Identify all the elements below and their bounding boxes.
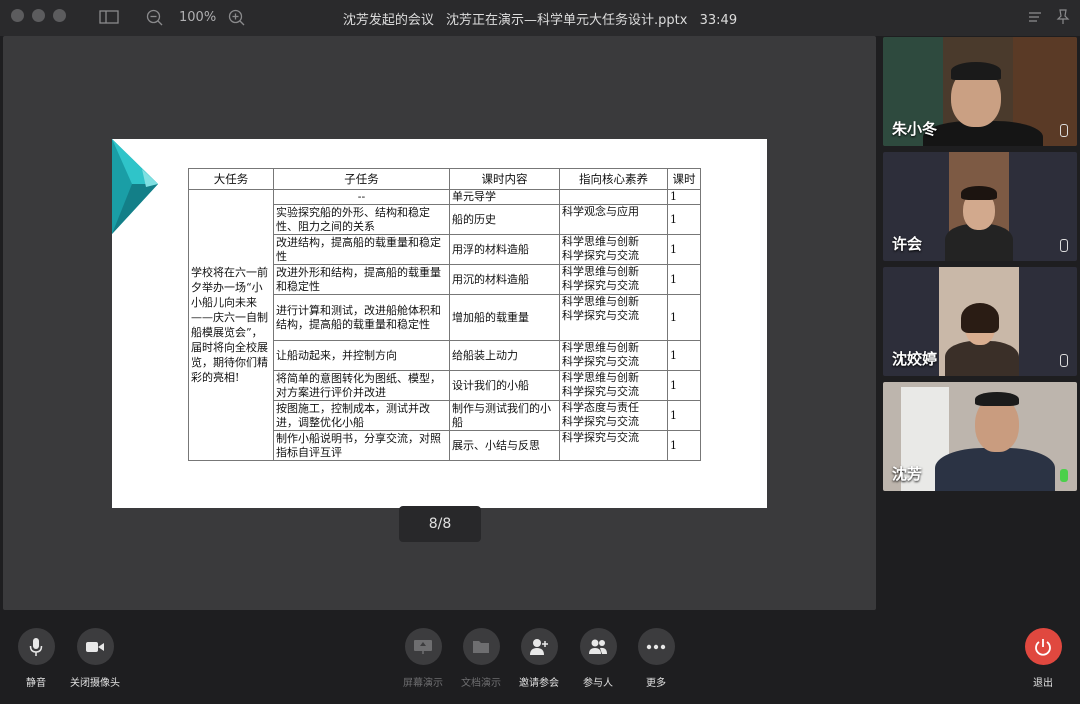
- camera-label: 关闭摄像头: [70, 678, 120, 689]
- subtask-cell: 改进外形和结构，提高船的载重量和稳定性: [273, 264, 450, 295]
- more-label: 更多: [646, 678, 666, 689]
- core-literacy-cell: 科学态度与责任 科学探究与交流: [559, 400, 668, 431]
- presentation-slide: 大任务 子任务 课时内容 指向核心素养 课时 学校将在六一前夕举办一场“小小船儿…: [112, 139, 767, 508]
- hours-cell: 1: [667, 340, 701, 371]
- microphone-icon: [17, 628, 55, 665]
- title-bar: 100% 沈芳发起的会议 沈芳正在演示—科学单元大任务设计.pptx 33:49: [0, 0, 1080, 36]
- power-icon: [1024, 628, 1062, 665]
- participant-tile[interactable]: 沈芳: [883, 382, 1077, 491]
- speaking-indicator-icon: [1060, 469, 1068, 482]
- subtask-cell: 改进结构，提高船的载重量和稳定性: [273, 234, 450, 265]
- lesson-content-cell: 船的历史: [449, 204, 560, 235]
- lesson-content-cell: 增加船的载重量: [449, 294, 560, 341]
- screen-share-button[interactable]: 屏幕演示: [393, 628, 453, 689]
- table-header: 大任务: [188, 168, 274, 190]
- core-literacy-cell: 科学探究与交流: [559, 430, 668, 461]
- core-literacy-cell: 科学思维与创新 科学探究与交流: [559, 370, 668, 401]
- users-icon: [579, 628, 617, 665]
- mute-label: 静音: [26, 678, 46, 689]
- participant-tile[interactable]: 沈姣婷: [883, 267, 1077, 376]
- lesson-content-cell: 给船装上动力: [449, 340, 560, 371]
- more-button[interactable]: 更多: [626, 628, 686, 689]
- lesson-content-cell: 展示、小结与反思: [449, 430, 560, 461]
- mic-icon: [1060, 354, 1068, 367]
- table-header-row: 大任务 子任务 课时内容 指向核心素养 课时: [188, 168, 701, 190]
- lesson-content-cell: 制作与测试我们的小船: [449, 400, 560, 431]
- camera-button[interactable]: 关闭摄像头: [65, 628, 125, 689]
- subtask-cell: 进行计算和测试，改进船舱体积和结构，提高船的载重量和稳定性: [273, 294, 450, 341]
- mute-button[interactable]: 静音: [6, 628, 66, 689]
- core-literacy-cell: 科学思维与创新 科学探究与交流: [559, 264, 668, 295]
- hours-cell: 1: [667, 204, 701, 235]
- doc-share-label: 文档演示: [461, 678, 501, 689]
- meeting-timer: 33:49: [699, 13, 738, 28]
- task-design-table: 大任务 子任务 课时内容 指向核心素养 课时 学校将在六一前夕举办一场“小小船儿…: [188, 168, 701, 461]
- participants-button[interactable]: 参与人: [568, 628, 628, 689]
- subtask-cell: 将简单的意图转化为图纸、模型，对方案进行评价并改进: [273, 370, 450, 401]
- core-literacy-cell: 科学思维与创新 科学探究与交流: [559, 234, 668, 265]
- table-header: 课时: [667, 168, 701, 190]
- table-header: 子任务: [273, 168, 450, 190]
- table-header: 课时内容: [449, 168, 560, 190]
- filter-icon[interactable]: [1028, 9, 1044, 29]
- leave-button[interactable]: 退出: [1013, 628, 1073, 689]
- more-icon: [637, 628, 675, 665]
- participant-name: 许会: [892, 235, 923, 253]
- hours-cell: 1: [667, 189, 701, 205]
- hours-cell: 1: [667, 264, 701, 295]
- hours-cell: 1: [667, 400, 701, 431]
- screen-share-icon: [404, 628, 442, 665]
- subtask-cell: 按图施工，控制成本，测试并改进，调整优化小船: [273, 400, 450, 431]
- participant-name: 沈姣婷: [892, 350, 938, 368]
- table-row: 学校将在六一前夕举办一场“小小船儿向未来——庆六一自制船模展览会”，届时将向全校…: [188, 189, 701, 461]
- presenting-status: 沈芳正在演示—科学单元大任务设计.pptx: [446, 13, 688, 28]
- participant-tile[interactable]: 朱小冬: [883, 37, 1077, 146]
- pin-icon[interactable]: [1056, 9, 1070, 29]
- subtask-cell: --: [273, 189, 450, 205]
- participants-label: 参与人: [583, 678, 613, 689]
- doc-share-button[interactable]: 文档演示: [451, 628, 511, 689]
- table-header: 指向核心素养: [559, 168, 668, 190]
- participant-name: 沈芳: [892, 465, 923, 483]
- core-literacy-cell: [559, 189, 668, 205]
- main-task-cell: 学校将在六一前夕举办一场“小小船儿向未来——庆六一自制船模展览会”，届时将向全校…: [188, 189, 274, 461]
- mic-icon: [1060, 124, 1068, 137]
- folder-icon: [462, 628, 500, 665]
- lesson-content-cell: 单元导学: [449, 189, 560, 205]
- lesson-content-cell: 设计我们的小船: [449, 370, 560, 401]
- hours-cell: 1: [667, 294, 701, 341]
- core-literacy-cell: 科学观念与应用: [559, 204, 668, 235]
- invite-button[interactable]: 邀请参会: [509, 628, 569, 689]
- window-title: 沈芳发起的会议 沈芳正在演示—科学单元大任务设计.pptx 33:49: [0, 9, 1080, 28]
- camera-icon: [76, 628, 114, 665]
- add-user-icon: [520, 628, 558, 665]
- invite-label: 邀请参会: [519, 678, 559, 689]
- core-literacy-cell: 科学思维与创新 科学探究与交流: [559, 294, 668, 341]
- lesson-content-cell: 用沉的材料造船: [449, 264, 560, 295]
- meeting-title: 沈芳发起的会议: [342, 13, 434, 28]
- slide-decoration: [112, 139, 158, 234]
- leave-label: 退出: [1033, 678, 1053, 689]
- screen-share-label: 屏幕演示: [403, 678, 443, 689]
- hours-cell: 1: [667, 234, 701, 265]
- hours-cell: 1: [667, 430, 701, 461]
- subtask-cell: 制作小船说明书，分享交流，对照指标自评互评: [273, 430, 450, 461]
- lesson-content-cell: 用浮的材料造船: [449, 234, 560, 265]
- meeting-toolbar: 静音 关闭摄像头 屏幕演示 文档演示 邀请参会 参与人 更多 退出: [0, 612, 1080, 704]
- mic-icon: [1060, 239, 1068, 252]
- hours-cell: 1: [667, 370, 701, 401]
- page-indicator: 8/8: [399, 506, 481, 542]
- participant-name: 朱小冬: [892, 120, 938, 138]
- participant-tile[interactable]: 许会: [883, 152, 1077, 261]
- subtask-cell: 实验探究船的外形、结构和稳定性、阻力之间的关系: [273, 204, 450, 235]
- core-literacy-cell: 科学思维与创新 科学探究与交流: [559, 340, 668, 371]
- subtask-cell: 让船动起来，并控制方向: [273, 340, 450, 371]
